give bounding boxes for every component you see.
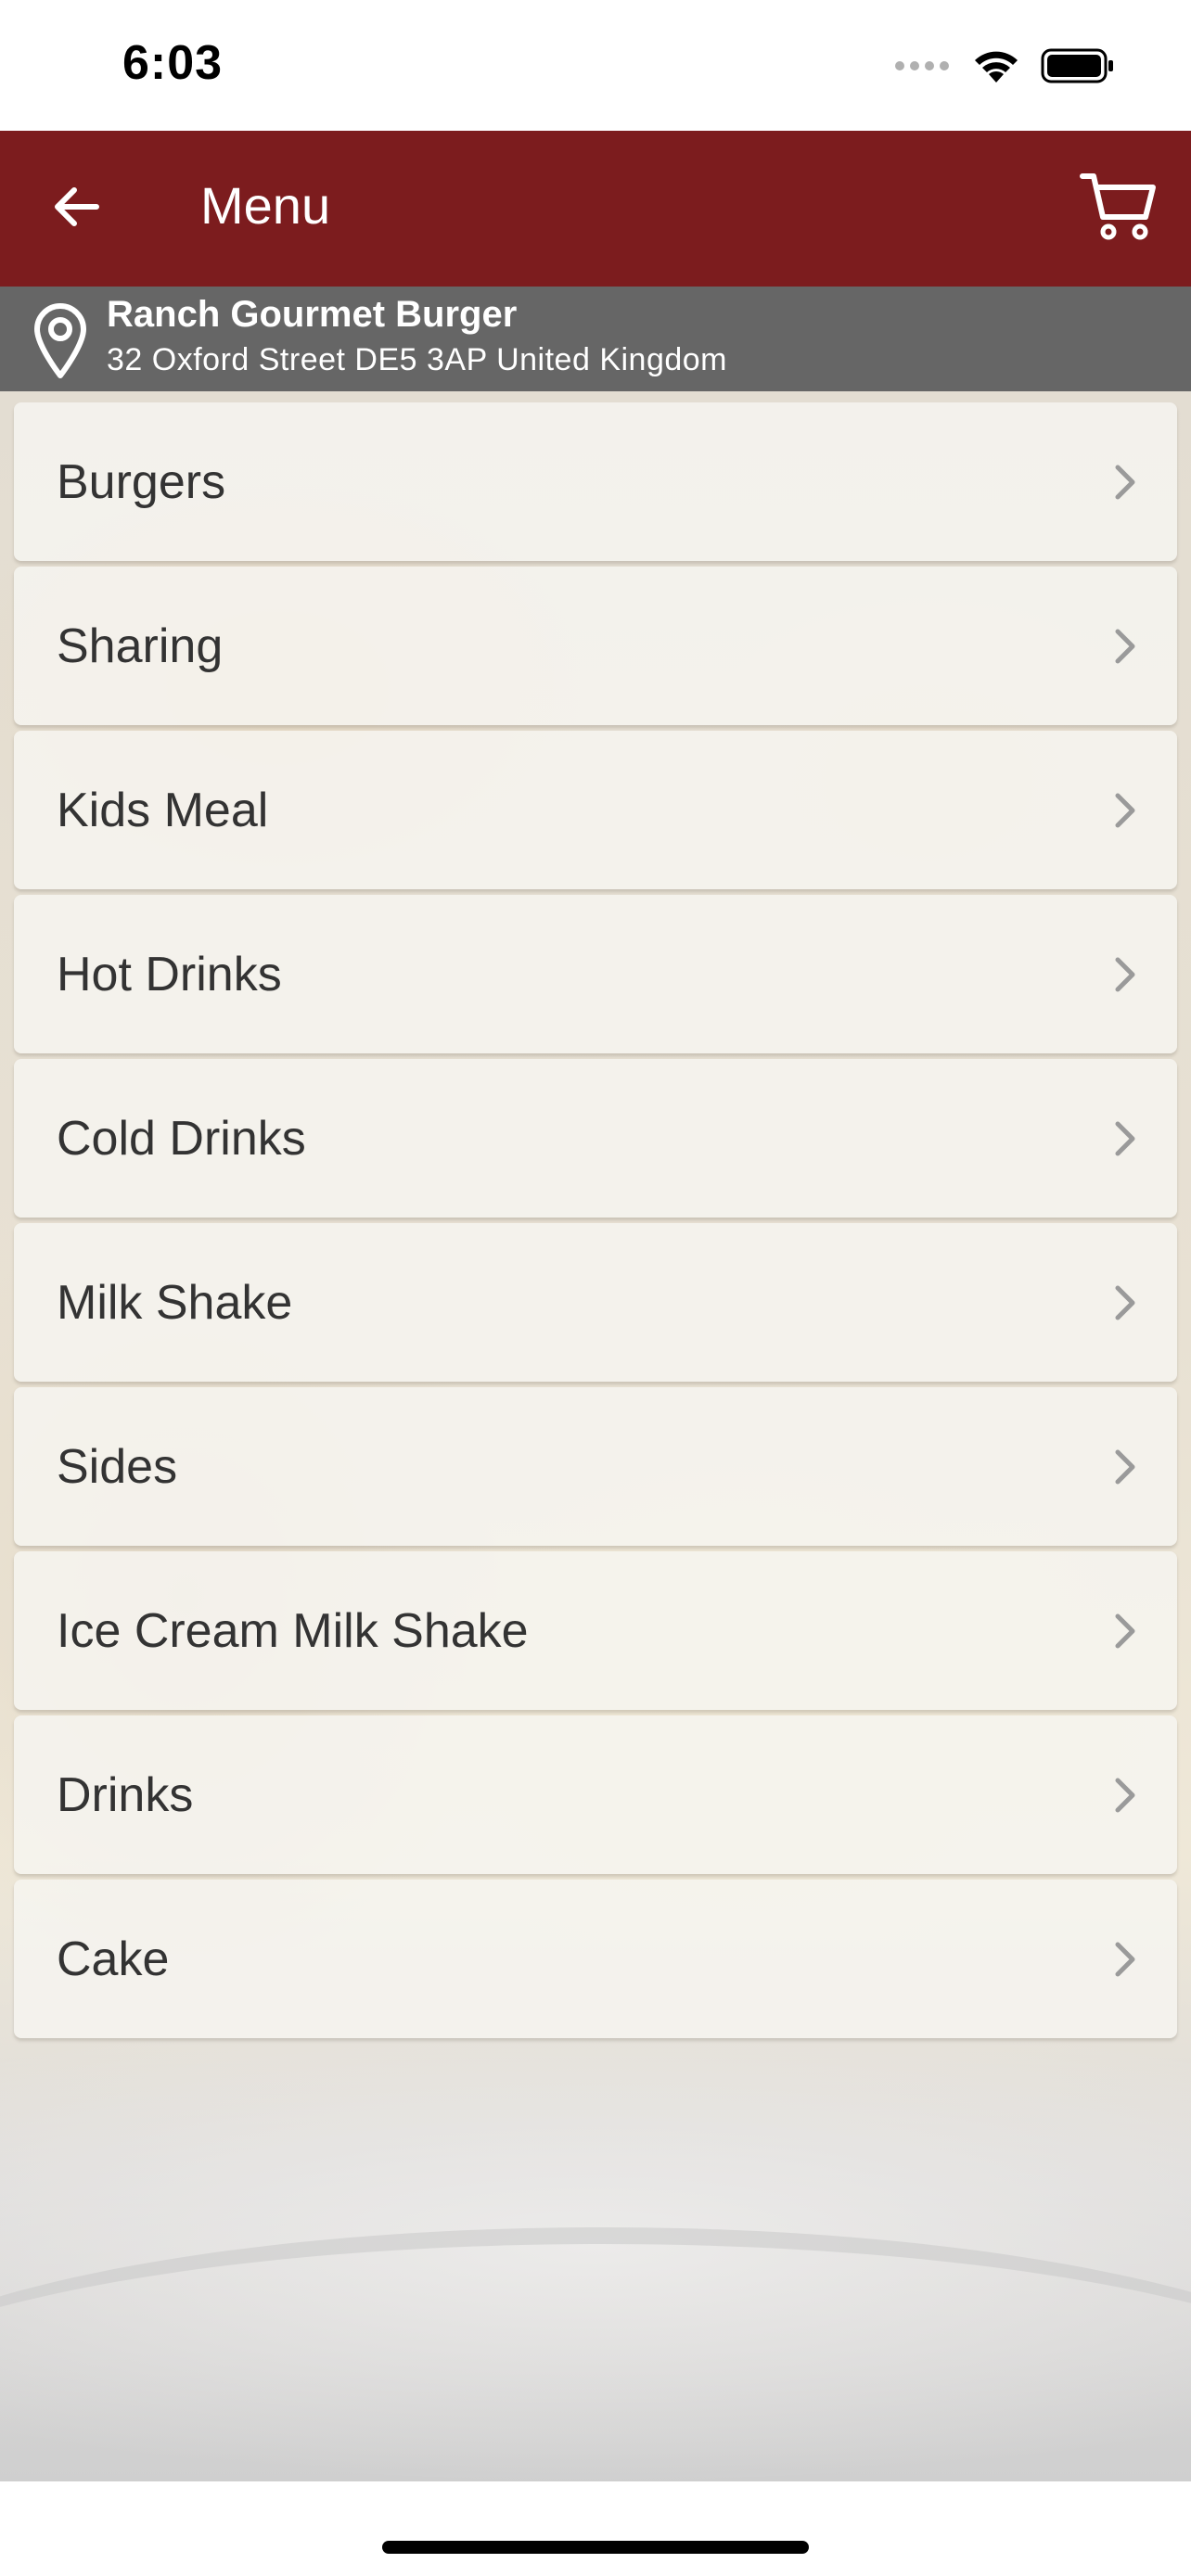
menu-category-label: Sharing bbox=[57, 619, 224, 673]
menu-category-label: Cake bbox=[57, 1932, 170, 1986]
nav-bar: Menu bbox=[0, 131, 1191, 287]
arrow-left-icon bbox=[50, 185, 102, 234]
menu-category-label: Hot Drinks bbox=[57, 948, 282, 1001]
menu-category-burgers[interactable]: Burgers bbox=[14, 402, 1177, 561]
wifi-icon bbox=[972, 47, 1020, 89]
menu-category-label: Kids Meal bbox=[57, 784, 269, 837]
signal-icon bbox=[894, 58, 952, 78]
chevron-right-icon bbox=[1112, 626, 1138, 667]
chevron-right-icon bbox=[1112, 1118, 1138, 1159]
menu-category-cake[interactable]: Cake bbox=[14, 1880, 1177, 2038]
screen: 6:03 Menu Ranch Gourmet Burger 32 Oxford… bbox=[0, 0, 1191, 2576]
cart-icon bbox=[1079, 171, 1159, 246]
plate-decoration bbox=[0, 2227, 1191, 2481]
menu-category-label: Sides bbox=[57, 1440, 178, 1494]
status-icons bbox=[894, 46, 1115, 89]
menu-category-kids-meal[interactable]: Kids Meal bbox=[14, 731, 1177, 889]
restaurant-name: Ranch Gourmet Burger bbox=[107, 294, 518, 335]
chevron-right-icon bbox=[1112, 1775, 1138, 1816]
home-indicator[interactable] bbox=[382, 2541, 809, 2554]
chevron-right-icon bbox=[1112, 1939, 1138, 1980]
cart-button[interactable] bbox=[1074, 166, 1163, 249]
menu-category-milk-shake[interactable]: Milk Shake bbox=[14, 1223, 1177, 1382]
menu-category-ice-cream-milk-shake[interactable]: Ice Cream Milk Shake bbox=[14, 1551, 1177, 1710]
menu-category-cold-drinks[interactable]: Cold Drinks bbox=[14, 1059, 1177, 1218]
menu-category-list: Burgers Sharing Kids Meal Hot Drinks Col… bbox=[14, 402, 1177, 2044]
chevron-right-icon bbox=[1112, 462, 1138, 503]
menu-category-hot-drinks[interactable]: Hot Drinks bbox=[14, 895, 1177, 1053]
battery-icon bbox=[1041, 48, 1115, 88]
chevron-right-icon bbox=[1112, 790, 1138, 831]
chevron-right-icon bbox=[1112, 1282, 1138, 1323]
menu-category-label: Cold Drinks bbox=[57, 1112, 306, 1166]
restaurant-address: 32 Oxford Street DE5 3AP United Kingdom bbox=[107, 342, 728, 377]
menu-category-label: Burgers bbox=[57, 455, 226, 509]
location-bar: Ranch Gourmet Burger 32 Oxford Street DE… bbox=[0, 287, 1191, 391]
page-title: Menu bbox=[200, 176, 331, 235]
menu-category-drinks[interactable]: Drinks bbox=[14, 1715, 1177, 1874]
chevron-right-icon bbox=[1112, 1611, 1138, 1651]
menu-category-sharing[interactable]: Sharing bbox=[14, 567, 1177, 725]
home-indicator-area bbox=[0, 2481, 1191, 2576]
chevron-right-icon bbox=[1112, 1447, 1138, 1487]
status-bar: 6:03 bbox=[0, 0, 1191, 131]
status-time: 6:03 bbox=[122, 36, 224, 90]
menu-category-label: Ice Cream Milk Shake bbox=[57, 1604, 529, 1658]
menu-category-sides[interactable]: Sides bbox=[14, 1387, 1177, 1546]
menu-category-label: Drinks bbox=[57, 1768, 194, 1822]
map-pin-icon bbox=[32, 301, 89, 379]
menu-category-label: Milk Shake bbox=[57, 1276, 293, 1330]
chevron-right-icon bbox=[1112, 954, 1138, 995]
back-button[interactable] bbox=[37, 170, 115, 248]
